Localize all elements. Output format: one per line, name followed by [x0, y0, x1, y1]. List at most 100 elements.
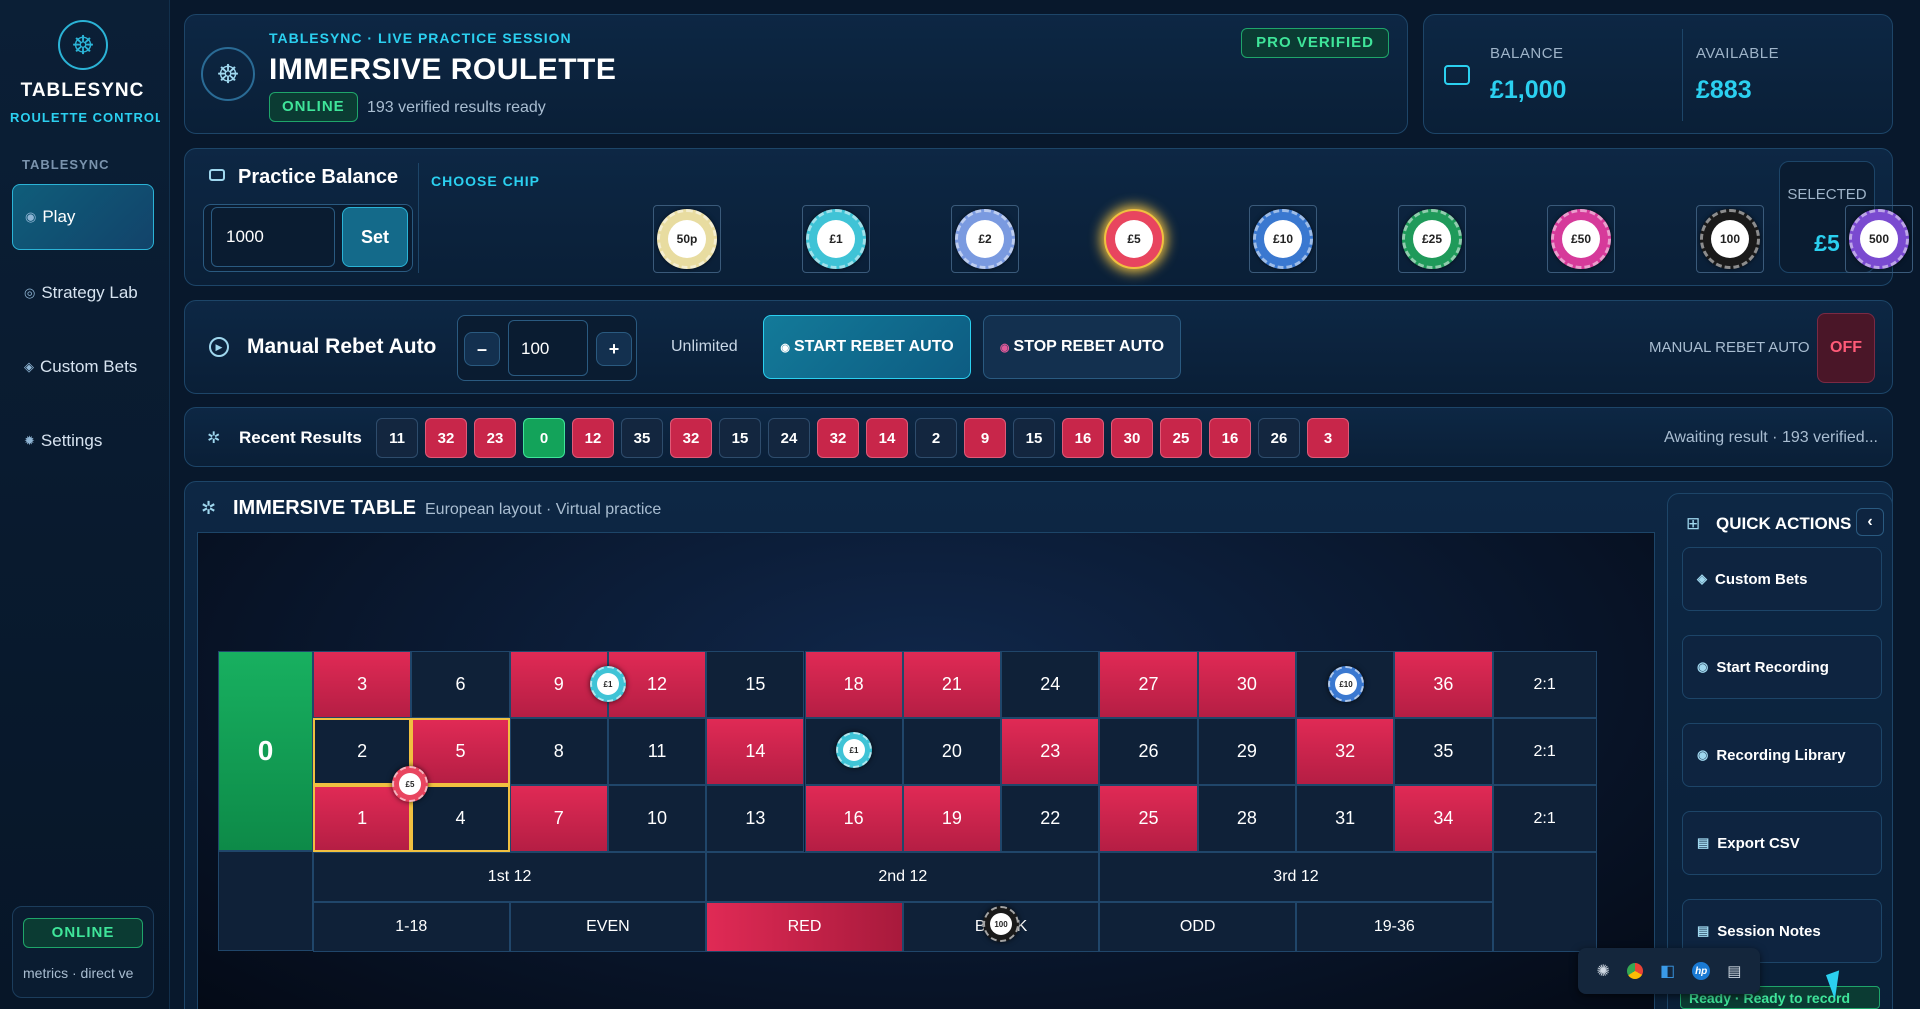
number-cell-32[interactable]: 32 [1296, 718, 1395, 785]
quick-action-custom-bets[interactable]: ◈ Custom Bets [1682, 547, 1882, 611]
collapse-button[interactable]: ‹ [1856, 508, 1884, 536]
number-cell-36[interactable]: 36 [1394, 651, 1493, 718]
number-cell-6[interactable]: 6 [411, 651, 510, 718]
practice-balance-input[interactable] [211, 207, 335, 267]
recent-status-text: Awaiting result · 193 verified... [1663, 429, 1878, 446]
number-cell-21[interactable]: 21 [902, 651, 1002, 718]
dozen-bet[interactable]: 1st 12 [313, 852, 707, 902]
online-badge: ONLINE [269, 92, 358, 122]
chip-disc: £10 [1253, 209, 1313, 269]
dozen-bet[interactable]: 3rd 12 [1099, 852, 1493, 902]
browser-icon[interactable] [1626, 963, 1643, 979]
chip-option[interactable]: 50p [653, 205, 721, 273]
decrement-button[interactable]: – [464, 332, 500, 366]
quick-action-start-recording[interactable]: ◉ Start Recording [1682, 635, 1882, 699]
quick-actions-title: QUICK ACTIONS [1716, 514, 1852, 533]
placed-chip[interactable]: £5 [392, 766, 428, 802]
online-badge: ONLINE [23, 918, 143, 948]
number-cell-29[interactable]: 29 [1197, 718, 1296, 785]
column-bet[interactable]: 2:1 [1492, 651, 1597, 718]
number-cell-30[interactable]: 30 [1197, 651, 1296, 718]
rebet-stepper: – 100 + [457, 315, 637, 381]
number-cell-14[interactable]: 14 [706, 718, 805, 785]
page-title: IMMERSIVE ROULETTE [269, 53, 617, 86]
quick-action-export-csv[interactable]: ▤ Export CSV [1682, 811, 1882, 875]
outside-bet-odd[interactable]: ODD [1099, 902, 1296, 952]
quick-action-label: Recording Library [1716, 746, 1846, 764]
outside-bet-1-18[interactable]: 1-18 [313, 902, 510, 952]
outside-bet-even[interactable]: EVEN [509, 902, 707, 952]
sidebar-status-card: ONLINE metrics · direct ve [12, 906, 154, 998]
result-chip: 15 [719, 418, 761, 458]
chip-option[interactable]: £1 [802, 205, 870, 273]
sidebar: ☸ TABLESYNC ROULETTE CONTROL TABLESYNC ◉… [0, 0, 170, 1009]
number-cell-24[interactable]: 24 [1001, 651, 1100, 718]
sidebar-item-strategy-lab[interactable]: ◎ Strategy Lab [12, 260, 154, 326]
store-icon[interactable]: ◧ [1660, 961, 1675, 981]
start-rebet-auto-button[interactable]: ◉ START REBET AUTO [763, 315, 971, 379]
number-cell-7[interactable]: 7 [509, 785, 608, 852]
rebet-count-input[interactable]: 100 [508, 320, 588, 376]
number-cell-15[interactable]: 15 [706, 651, 805, 718]
column-bet[interactable]: 2:1 [1492, 785, 1597, 852]
sidebar-item-play[interactable]: ◉ Play [12, 184, 154, 250]
chip-option[interactable]: 100 [1696, 205, 1764, 273]
sidebar-item-settings[interactable]: ✹ Settings [12, 408, 154, 474]
number-cell-11[interactable]: 11 [607, 718, 707, 785]
dozen-bet[interactable]: 2nd 12 [706, 852, 1100, 902]
number-cell-23[interactable]: 23 [1001, 718, 1100, 785]
chip-option[interactable]: £50 [1547, 205, 1615, 273]
ai-app-icon[interactable]: ✺ [1597, 961, 1610, 981]
quick-action-recording-library[interactable]: ◉ Recording Library [1682, 723, 1882, 787]
set-balance-button[interactable]: Set [342, 207, 408, 267]
chip-option[interactable]: 500 [1845, 205, 1913, 273]
sidebar-item-custom-bets[interactable]: ◈ Custom Bets [12, 334, 154, 400]
outside-bet-19-36[interactable]: 19-36 [1296, 902, 1493, 952]
placed-chip[interactable]: £10 [1328, 666, 1364, 702]
placed-chip[interactable]: £1 [590, 666, 626, 702]
unlimited-label[interactable]: Unlimited [671, 338, 738, 356]
number-cell-34[interactable]: 34 [1394, 785, 1493, 852]
number-cell-25[interactable]: 25 [1099, 785, 1198, 852]
chip-option[interactable]: £5 [1100, 205, 1168, 273]
number-cell-10[interactable]: 10 [607, 785, 707, 852]
chat-icon[interactable]: ▤ [1727, 962, 1741, 980]
number-cell-13[interactable]: 13 [706, 785, 805, 852]
number-cell-26[interactable]: 26 [1099, 718, 1198, 785]
outside-bet-red[interactable]: RED [706, 902, 903, 952]
hp-icon[interactable]: hp [1692, 962, 1711, 980]
result-chip: 15 [1013, 418, 1055, 458]
number-cell-19[interactable]: 19 [902, 785, 1002, 852]
status-text: metrics · direct ve [23, 965, 134, 981]
quick-action-label: Custom Bets [1715, 570, 1808, 588]
number-cell-0[interactable]: 0 [218, 651, 313, 851]
number-cell-3[interactable]: 3 [313, 651, 412, 718]
chip-option[interactable]: £10 [1249, 205, 1317, 273]
play-icon: ◉ [780, 341, 790, 354]
divider [418, 163, 419, 273]
chip-disc: 100 [1700, 209, 1760, 269]
column-bet[interactable]: 2:1 [1492, 718, 1597, 785]
number-cell-31[interactable]: 31 [1296, 785, 1395, 852]
chip-option[interactable]: £2 [951, 205, 1019, 273]
stop-rebet-auto-button[interactable]: ◉ STOP REBET AUTO [983, 315, 1181, 379]
number-cell-18[interactable]: 18 [804, 651, 903, 718]
result-chip: 24 [768, 418, 810, 458]
number-cell-22[interactable]: 22 [1001, 785, 1100, 852]
chip-option[interactable]: £25 [1398, 205, 1466, 273]
play-icon: ◉ [25, 209, 37, 224]
number-cell-27[interactable]: 27 [1099, 651, 1198, 718]
rebet-toggle-off[interactable]: OFF [1817, 313, 1875, 383]
placed-chip-label: £5 [399, 773, 421, 795]
placed-chip[interactable]: 100 [983, 906, 1019, 942]
result-chip: 32 [670, 418, 712, 458]
placed-chip[interactable]: £1 [836, 732, 872, 768]
number-cell-4[interactable]: 4 [411, 785, 510, 852]
brand-subtitle: ROULETTE CONTROL [10, 110, 160, 125]
number-cell-28[interactable]: 28 [1197, 785, 1296, 852]
number-cell-35[interactable]: 35 [1394, 718, 1493, 785]
number-cell-8[interactable]: 8 [509, 718, 608, 785]
increment-button[interactable]: + [596, 332, 632, 366]
number-cell-20[interactable]: 20 [902, 718, 1002, 785]
number-cell-16[interactable]: 16 [804, 785, 903, 852]
